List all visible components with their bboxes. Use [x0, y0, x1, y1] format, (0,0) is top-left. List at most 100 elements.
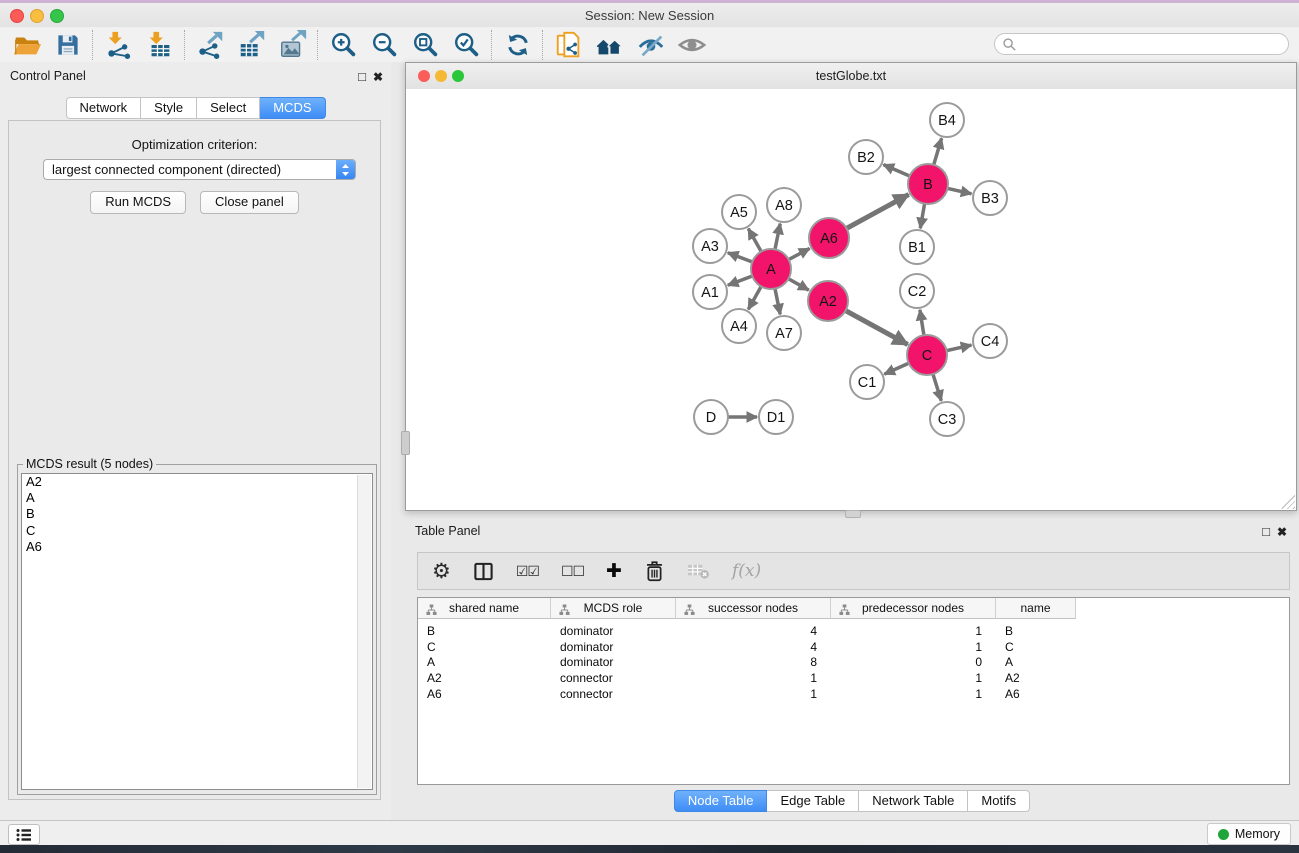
home-pair-icon[interactable]	[589, 29, 630, 61]
delete-column-trash-icon[interactable]	[644, 559, 665, 583]
result-scrollbar[interactable]	[357, 475, 371, 788]
duplicate-network-icon[interactable]	[548, 29, 589, 61]
add-column-icon[interactable]: ✚	[606, 560, 622, 583]
tab-motifs[interactable]: Motifs	[968, 790, 1030, 812]
column-header-shared-name[interactable]: shared name	[418, 598, 551, 619]
result-item[interactable]: C	[22, 523, 372, 539]
select-all-columns-icon[interactable]: ☑☑	[516, 563, 539, 580]
network-window-title: testGlobe.txt	[406, 69, 1296, 83]
node-B1[interactable]: B1	[900, 230, 934, 264]
save-session-icon[interactable]	[47, 29, 88, 61]
tab-network[interactable]: Network	[65, 97, 141, 119]
node-C2[interactable]: C2	[900, 274, 934, 308]
node-A5[interactable]: A5	[722, 195, 756, 229]
table-row[interactable]: Bdominator41B	[418, 623, 1289, 639]
splitter-handle-icon[interactable]	[401, 431, 410, 455]
unselect-all-columns-icon[interactable]: ☐☐	[561, 563, 584, 580]
table-row[interactable]: A6connector11A6	[418, 686, 1289, 702]
list-icon	[16, 828, 32, 842]
float-panel-icon[interactable]: □	[1262, 522, 1270, 542]
export-network-icon[interactable]	[190, 29, 231, 61]
import-table-icon[interactable]	[139, 29, 180, 61]
result-item[interactable]: A	[22, 490, 372, 506]
node-B[interactable]: B	[908, 164, 948, 204]
cell-name: A6	[996, 687, 1076, 701]
resize-grip-icon[interactable]	[1281, 495, 1295, 509]
zoom-fit-icon[interactable]	[405, 29, 446, 61]
column-header-mcds-role[interactable]: MCDS role	[551, 598, 676, 619]
table-settings-gear-icon[interactable]: ⚙	[432, 559, 451, 584]
column-header-name[interactable]: name	[996, 598, 1076, 619]
cell-predecessor-nodes: 1	[831, 624, 996, 638]
task-history-button[interactable]	[8, 824, 40, 845]
node-B4[interactable]: B4	[930, 103, 964, 137]
show-panels-eye-icon[interactable]	[671, 29, 712, 61]
node-A6[interactable]: A6	[809, 218, 849, 258]
cell-predecessor-nodes: 1	[831, 640, 996, 654]
tab-network-table[interactable]: Network Table	[859, 790, 968, 812]
control-panel-title: Control Panel	[10, 69, 86, 83]
node-C1[interactable]: C1	[850, 365, 884, 399]
close-panel-icon[interactable]: ✖	[1277, 522, 1287, 542]
export-table-icon[interactable]	[231, 29, 272, 61]
hierarchy-icon	[559, 603, 570, 621]
tab-node-table[interactable]: Node Table	[674, 790, 768, 812]
node-A[interactable]: A	[751, 249, 791, 289]
show-columns-icon[interactable]	[473, 561, 494, 582]
tab-edge-table[interactable]: Edge Table	[767, 790, 859, 812]
result-item[interactable]: A2	[22, 474, 372, 490]
node-A7[interactable]: A7	[767, 316, 801, 350]
zoom-out-icon[interactable]	[364, 29, 405, 61]
float-panel-icon[interactable]: □	[358, 67, 366, 87]
tab-select[interactable]: Select	[197, 97, 260, 119]
node-D1[interactable]: D1	[759, 400, 793, 434]
criterion-select[interactable]: largest connected component (directed)	[43, 159, 356, 180]
zoom-in-icon[interactable]	[323, 29, 364, 61]
toolbar-separator	[184, 30, 186, 60]
export-image-icon[interactable]	[272, 29, 313, 61]
cell-predecessor-nodes: 1	[831, 671, 996, 685]
tab-mcds[interactable]: MCDS	[260, 97, 325, 119]
node-C[interactable]: C	[907, 335, 947, 375]
svg-text:A6: A6	[820, 231, 838, 247]
result-item[interactable]: B	[22, 506, 372, 522]
network-graph: A A6 A2 B C A5 A8 A3 A1A4 A7 B2 B4 B3 B1 C2 C4 C1 C3 D D1	[406, 89, 1296, 510]
node-A1[interactable]: A1	[693, 275, 727, 309]
column-header-successor-nodes[interactable]: successor nodes	[676, 598, 831, 619]
network-canvas[interactable]: A A6 A2 B C A5 A8 A3 A1A4 A7 B2 B4 B3 B1 C2 C4 C1 C3 D D1	[406, 89, 1296, 510]
hide-panels-eye-icon[interactable]	[630, 29, 671, 61]
table-row[interactable]: Cdominator41C	[418, 639, 1289, 655]
node-B3[interactable]: B3	[973, 181, 1007, 215]
node-C3[interactable]: C3	[930, 402, 964, 436]
node-C4[interactable]: C4	[973, 324, 1007, 358]
node-A4[interactable]: A4	[722, 309, 756, 343]
run-mcds-button[interactable]: Run MCDS	[90, 191, 186, 214]
memory-label: Memory	[1235, 827, 1280, 841]
node-B2[interactable]: B2	[849, 140, 883, 174]
import-network-icon[interactable]	[98, 29, 139, 61]
memory-button[interactable]: Memory	[1207, 823, 1291, 845]
mcds-panel: Optimization criterion: largest connecte…	[8, 120, 381, 800]
result-item[interactable]: A6	[22, 539, 372, 555]
open-session-icon[interactable]	[6, 29, 47, 61]
node-A8[interactable]: A8	[767, 188, 801, 222]
refresh-icon[interactable]	[497, 29, 538, 61]
table-row[interactable]: Adominator80A	[418, 655, 1289, 671]
svg-text:B3: B3	[981, 191, 999, 207]
close-panel-button[interactable]: Close panel	[200, 191, 299, 214]
svg-text:D1: D1	[767, 410, 786, 426]
tab-style[interactable]: Style	[141, 97, 197, 119]
zoom-selected-icon[interactable]	[446, 29, 487, 61]
network-window-titlebar[interactable]: testGlobe.txt	[406, 63, 1296, 90]
table-row[interactable]: A2connector11A2	[418, 670, 1289, 686]
search-box[interactable]	[994, 33, 1289, 55]
node-A2[interactable]: A2	[808, 281, 848, 321]
svg-text:D: D	[706, 410, 716, 426]
table-header-row: shared nameMCDS rolesuccessor nodesprede…	[418, 598, 1076, 620]
search-input[interactable]	[1017, 35, 1288, 53]
close-panel-icon[interactable]: ✖	[373, 67, 383, 87]
node-A3[interactable]: A3	[693, 229, 727, 263]
column-header-predecessor-nodes[interactable]: predecessor nodes	[831, 598, 996, 619]
node-D[interactable]: D	[694, 400, 728, 434]
table-body: Bdominator41BCdominator41CAdominator80AA…	[418, 623, 1289, 702]
